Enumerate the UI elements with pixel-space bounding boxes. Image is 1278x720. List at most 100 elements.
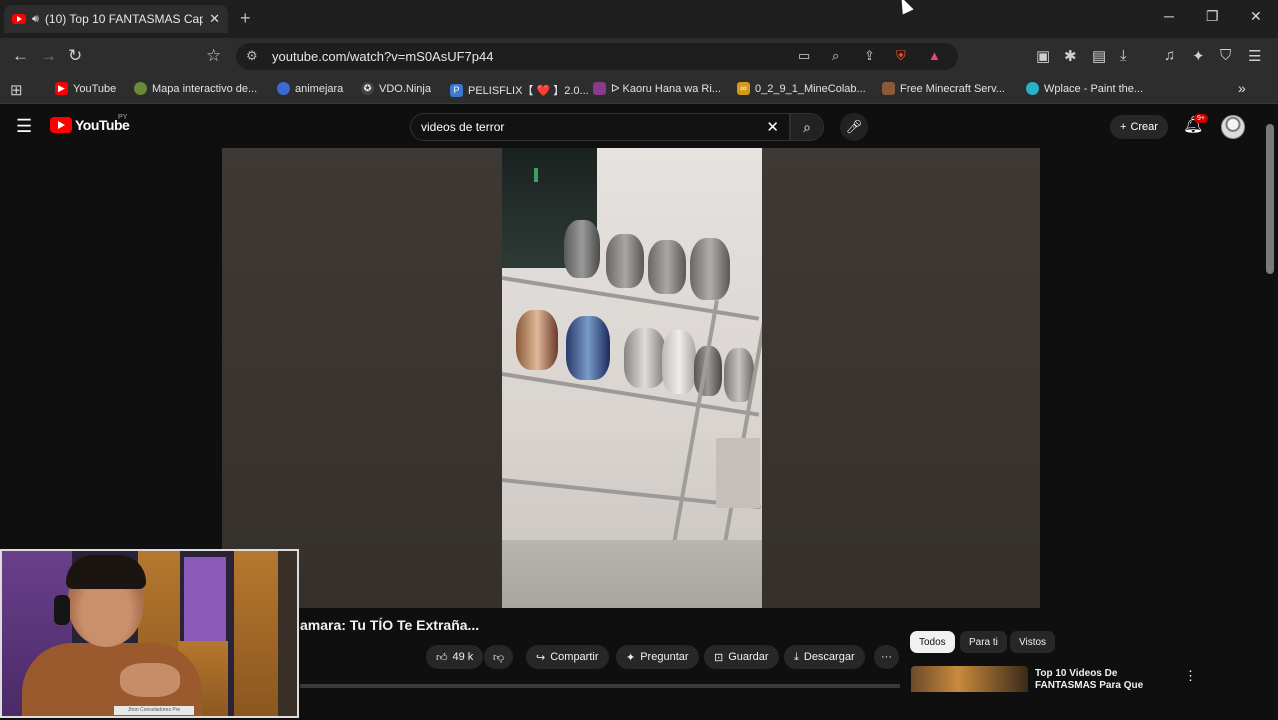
minecraft-icon [882, 82, 895, 95]
bookmark-minecolab[interactable]: ∞ 0_2_9_1_MineColab... [737, 82, 866, 95]
bookmark-animejara[interactable]: animejara [277, 82, 343, 95]
create-button[interactable]: + Crear [1110, 115, 1168, 139]
person-hair [66, 555, 146, 589]
urn [690, 238, 730, 300]
search-icon: ⌕ [803, 119, 811, 135]
cast-icon[interactable]: ▭ [798, 48, 810, 64]
brave-rewards-icon[interactable]: ▲ [928, 48, 941, 63]
thumbs-down-icon: 👎︎ [493, 651, 505, 664]
bookmark-star-icon[interactable]: ☆ [206, 46, 221, 66]
hamburger-menu-icon[interactable]: ☰ [16, 116, 32, 137]
apps-grid-icon[interactable]: ⊞ [10, 81, 23, 99]
search-query-text[interactable]: videos de terror [421, 120, 504, 134]
minimize-button[interactable]: ─ [1164, 8, 1174, 24]
like-count: 49 k [452, 651, 474, 663]
chip-vistos[interactable]: Vistos [1010, 631, 1056, 653]
vpn-icon[interactable]: ⛉ [1220, 47, 1231, 64]
dark-wall [278, 551, 297, 716]
ninja-icon: ✪ [361, 82, 374, 95]
video-blurred-left [222, 148, 502, 608]
back-button[interactable]: ← [12, 46, 29, 66]
share-icon[interactable]: ⇪ [864, 48, 875, 64]
url-text[interactable]: youtube.com/watch?v=mS0AsUF7p44 [272, 49, 493, 64]
plus-icon: + [1120, 121, 1127, 133]
music-icon[interactable]: ♫ [1164, 47, 1175, 64]
person-hand [120, 663, 180, 697]
media-icon[interactable]: ▣ [1036, 47, 1050, 65]
bookmark-pelisflix[interactable]: P PELISFLIX【 ❤️ 】2.0... [450, 82, 589, 98]
search-input[interactable]: videos de terror ✕ [410, 113, 790, 141]
like-button[interactable]: 👍︎ 49 k [426, 645, 484, 669]
bookmark-vdo-ninja[interactable]: ✪ VDO.Ninja [361, 82, 431, 95]
reload-button[interactable]: ↻ [68, 46, 82, 66]
recommendation-thumbnail[interactable] [911, 666, 1028, 692]
thumbs-up-icon: 👍︎ [436, 651, 448, 664]
youtube-logo[interactable]: YouTube PY [50, 114, 130, 133]
share-arrow-icon: ↪ [536, 651, 546, 664]
clear-search-icon[interactable]: ✕ [766, 118, 779, 136]
urn [662, 330, 696, 394]
recommendation-title[interactable]: Top 10 Videos De FANTASMAS Para Que Teng… [1035, 668, 1175, 690]
wooden-door-right [234, 551, 278, 716]
box [716, 438, 760, 508]
window-close-button[interactable]: ✕ [1250, 8, 1262, 25]
browser-tab-strip: 🔊︎ (10) Top 10 FANTASMAS Capt ✕ + ─ ❐ ✕ [0, 0, 1278, 38]
save-button[interactable]: ⊡ Guardar [704, 645, 779, 669]
tab-close-icon[interactable]: ✕ [209, 11, 220, 27]
brave-shield-icon[interactable]: ⛨ [896, 48, 906, 64]
more-actions-button[interactable]: ··· [874, 645, 899, 669]
new-tab-button[interactable]: + [240, 8, 251, 29]
page-scrollbar[interactable] [1266, 124, 1274, 274]
youtube-icon: ▶ [55, 82, 68, 95]
ai-assistant-icon[interactable]: ✦ [1192, 47, 1205, 65]
urn [648, 240, 686, 294]
youtube-header: ☰ YouTube PY videos de terror ✕ ⌕ 🎤︎ + C… [0, 104, 1278, 148]
share-button[interactable]: ↪ Compartir [526, 645, 609, 669]
screenshot-icon[interactable]: ▤ [1092, 47, 1106, 65]
chip-todos[interactable]: Todos [910, 631, 955, 653]
speaker-icon[interactable]: 🔊︎ [32, 13, 39, 26]
comments-divider [300, 684, 900, 688]
bookmark-mapa[interactable]: Mapa interactivo de... [134, 82, 257, 95]
green-light [534, 168, 538, 182]
address-bar[interactable]: ⚙ youtube.com/watch?v=mS0AsUF7p44 ▭ ⌕ ⇪ … [236, 43, 958, 70]
country-code: PY [118, 114, 128, 121]
notification-badge: 9+ [1194, 114, 1208, 123]
bookmarks-bar: ⊞ ▶ YouTube Mapa interactivo de... animej… [0, 75, 1278, 104]
webcam-caption: Jhon Consoladores Pre [114, 706, 194, 715]
map-icon [134, 82, 147, 95]
video-blurred-right [762, 148, 1040, 608]
restore-button[interactable]: ❐ [1206, 8, 1219, 25]
extensions-icon[interactable]: ✱ [1064, 47, 1077, 65]
webcam-overlay: Jhon Consoladores Pre [0, 549, 299, 718]
bookmark-kaoru[interactable]: ᐅ Kaoru Hana wa Ri... [593, 82, 721, 95]
wplace-icon [1026, 82, 1039, 95]
browser-menu-icon[interactable]: ☰ [1248, 47, 1261, 65]
ask-button[interactable]: ✦ Preguntar [616, 645, 699, 669]
avatar[interactable] [1221, 115, 1245, 139]
zoom-icon[interactable]: ⌕ [832, 48, 839, 64]
browser-tab-active[interactable]: 🔊︎ (10) Top 10 FANTASMAS Capt ✕ [4, 5, 228, 33]
urn [624, 328, 666, 388]
minecolab-icon: ∞ [737, 82, 750, 95]
chip-para-ti[interactable]: Para ti [960, 631, 1007, 653]
youtube-favicon-icon [12, 14, 26, 24]
dislike-button[interactable]: 👎︎ [484, 645, 514, 669]
floor-ledge [502, 540, 762, 608]
forward-button[interactable]: → [40, 46, 57, 66]
bookmark-free-minecraft[interactable]: Free Minecraft Serv... [882, 82, 1005, 95]
search-button[interactable]: ⌕ [790, 113, 824, 141]
downloads-icon[interactable]: ⤓ [1120, 47, 1127, 64]
bookmarks-overflow-icon[interactable]: » [1238, 80, 1246, 96]
urn [606, 234, 644, 288]
site-info-icon[interactable]: ⚙ [246, 48, 258, 64]
more-dots-icon: ··· [881, 651, 892, 663]
bookmark-wplace[interactable]: Wplace - Paint the... [1026, 82, 1143, 95]
download-button[interactable]: ⤓ Descargar [784, 645, 865, 669]
kebab-menu-icon[interactable]: ⋮ [1184, 668, 1197, 684]
video-title: amara: Tu TÍO Te Extraña... [300, 617, 480, 633]
tab-title: (10) Top 10 FANTASMAS Capt [44, 12, 204, 26]
voice-search-button[interactable]: 🎤︎ [840, 113, 868, 141]
video-player[interactable] [222, 148, 1040, 608]
bookmark-youtube[interactable]: ▶ YouTube [55, 82, 116, 95]
